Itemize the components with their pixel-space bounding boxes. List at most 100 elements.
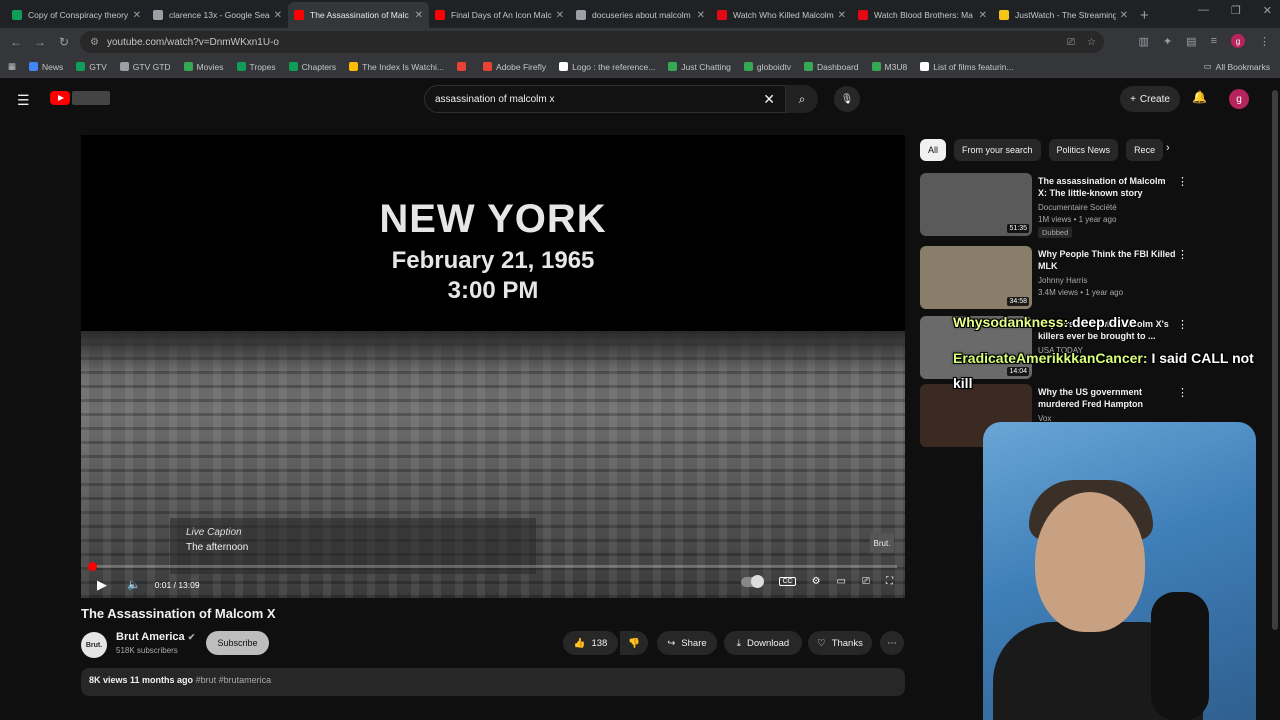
share-button[interactable]: ↪ Share bbox=[657, 631, 717, 655]
extension-icon[interactable]: ▥ bbox=[1139, 35, 1149, 48]
profile-avatar[interactable]: g bbox=[1231, 34, 1245, 48]
download-button[interactable]: ⤓ Download bbox=[724, 631, 802, 655]
bookmark-item[interactable]: Movies bbox=[183, 62, 224, 72]
bookmark-item[interactable]: GTV bbox=[76, 62, 107, 72]
captions-icon[interactable]: CC bbox=[779, 577, 796, 586]
recommended-video[interactable]: 34:58 Why People Think the FBI Killed MLK… bbox=[920, 246, 1190, 310]
notifications-bell-icon[interactable]: 🔔 bbox=[1192, 90, 1207, 104]
scrubber-knob[interactable] bbox=[88, 562, 97, 571]
kebab-menu-icon[interactable]: ⋮ bbox=[1259, 35, 1270, 48]
bookmark-item[interactable]: The Index Is Watchi... bbox=[349, 62, 444, 72]
recommended-video[interactable]: 51:35 The assassination of Malcolm X: The… bbox=[920, 173, 1190, 238]
forward-icon[interactable]: → bbox=[28, 35, 52, 49]
bookmark-item[interactable]: Just Chatting bbox=[668, 62, 731, 72]
channel-name[interactable]: Brut America ✔ bbox=[116, 631, 195, 643]
youtube-logo[interactable] bbox=[50, 91, 70, 105]
browser-tab[interactable]: docuseries about malcolm ✕ bbox=[570, 2, 711, 28]
bookmark-item[interactable]: Tropes bbox=[236, 62, 276, 72]
reload-icon[interactable]: ↻ bbox=[52, 35, 76, 49]
chevron-right-icon[interactable]: › bbox=[1166, 142, 1170, 154]
tab-close-icon[interactable]: ✕ bbox=[1120, 10, 1128, 21]
tab-close-icon[interactable]: ✕ bbox=[979, 10, 987, 21]
tab-close-icon[interactable]: ✕ bbox=[697, 10, 705, 21]
browser-tab[interactable]: Watch Blood Brothers: Ma ✕ bbox=[852, 2, 993, 28]
more-options-icon[interactable]: ⋮ bbox=[1177, 175, 1188, 188]
bookmark-item[interactable]: Dashboard bbox=[803, 62, 859, 72]
tab-close-icon[interactable]: ✕ bbox=[274, 10, 282, 21]
bookmark-item[interactable]: List of films featurin... bbox=[920, 62, 1014, 72]
apps-grid-icon[interactable]: ▦ bbox=[8, 61, 16, 72]
site-info-icon[interactable]: ⚙ bbox=[90, 37, 99, 48]
video-player[interactable]: NEW YORK February 21, 1965 3:00 PM Live … bbox=[81, 135, 905, 598]
bookmark-item[interactable]: GTV GTD bbox=[119, 62, 171, 72]
bookmark-item[interactable]: globoidtv bbox=[743, 62, 791, 72]
channel-avatar[interactable]: Brut. bbox=[81, 632, 107, 658]
thanks-button[interactable]: ♡ Thanks bbox=[808, 631, 872, 655]
video-thumbnail[interactable]: 51:35 bbox=[920, 173, 1032, 236]
dislike-button[interactable]: 👎 bbox=[620, 631, 648, 655]
theater-mode-icon[interactable]: ▭ bbox=[837, 576, 846, 587]
play-icon[interactable]: ▶ bbox=[97, 577, 107, 593]
all-bookmarks-button[interactable]: ▭ All Bookmarks bbox=[1204, 61, 1270, 72]
search-button[interactable]: ⌕ bbox=[786, 85, 818, 113]
settings-gear-icon[interactable]: ⚙ bbox=[812, 576, 821, 587]
browser-tab[interactable]: Watch Who Killed Malcolm ✕ bbox=[711, 2, 852, 28]
bookmark-item[interactable]: Logo : the reference... bbox=[559, 62, 655, 72]
filter-chip[interactable]: All bbox=[920, 139, 947, 161]
more-options-icon[interactable]: ⋮ bbox=[1177, 318, 1188, 331]
browser-tab[interactable]: Copy of Conspiracy theory ✕ bbox=[6, 2, 147, 28]
tab-close-icon[interactable]: ✕ bbox=[838, 10, 846, 21]
sidepanel-icon[interactable]: ▤ bbox=[1186, 35, 1196, 48]
browser-tab[interactable]: JustWatch - The Streaming ✕ bbox=[993, 2, 1134, 28]
more-options-icon[interactable]: ⋮ bbox=[1177, 248, 1188, 261]
microphone-graphic bbox=[1151, 592, 1209, 720]
browser-tab[interactable]: Final Days of An Icon Malc ✕ bbox=[429, 2, 570, 28]
search-input[interactable]: assassination of malcolm x ✕ bbox=[424, 85, 786, 113]
new-tab-button[interactable]: + bbox=[1140, 2, 1149, 28]
bookmark-item[interactable]: Adobe Firefly bbox=[483, 62, 546, 72]
tab-close-icon[interactable]: ✕ bbox=[415, 10, 423, 21]
filter-chip[interactable]: From your search bbox=[954, 139, 1041, 161]
brut-watermark: Brut. bbox=[870, 533, 894, 553]
create-button[interactable]: + Create bbox=[1120, 86, 1180, 112]
like-button[interactable]: 👍 138 bbox=[563, 631, 618, 655]
volume-icon[interactable]: 🔈 bbox=[127, 578, 141, 591]
bookmark-star-icon[interactable]: ☆ bbox=[1087, 37, 1096, 48]
browser-tab[interactable]: clarence 13x - Google Sea ✕ bbox=[147, 2, 288, 28]
close-window-icon[interactable]: ✕ bbox=[1263, 4, 1272, 17]
clear-search-icon[interactable]: ✕ bbox=[763, 91, 775, 108]
bookmark-label: Logo : the reference... bbox=[572, 61, 656, 72]
bookmark-item[interactable]: News bbox=[29, 62, 63, 72]
recommended-channel: Johnny Harris bbox=[1038, 276, 1088, 285]
puzzle-icon[interactable]: ✦ bbox=[1163, 35, 1172, 48]
tab-title: Watch Blood Brothers: Ma bbox=[874, 10, 973, 20]
tab-close-icon[interactable]: ✕ bbox=[556, 10, 564, 21]
page-scrollbar[interactable] bbox=[1270, 78, 1280, 720]
back-icon[interactable]: ← bbox=[4, 35, 28, 49]
cast-page-icon[interactable]: ⎚ bbox=[1067, 37, 1075, 48]
menu-lines-icon[interactable]: ≡ bbox=[1211, 35, 1217, 47]
overlay-date: February 21, 1965 bbox=[391, 247, 595, 274]
hamburger-menu-icon[interactable]: ☰ bbox=[17, 92, 30, 109]
more-actions-button[interactable]: ⋯ bbox=[880, 631, 904, 655]
maximize-icon[interactable]: ❐ bbox=[1231, 4, 1241, 17]
bookmark-icon bbox=[349, 62, 359, 71]
description-box[interactable]: 8K views 11 months ago #brut #brutameric… bbox=[81, 668, 905, 696]
voice-search-button[interactable]: 🎙 bbox=[834, 86, 860, 112]
video-thumbnail[interactable]: 34:58 bbox=[920, 246, 1032, 309]
subscribe-button[interactable]: Subscribe bbox=[206, 631, 269, 655]
browser-tab[interactable]: The Assassination of Malc ✕ bbox=[288, 2, 429, 28]
fullscreen-icon[interactable]: ⛶ bbox=[886, 576, 893, 587]
minimize-icon[interactable]: — bbox=[1198, 4, 1209, 17]
cast-icon[interactable]: ⎚ bbox=[862, 576, 870, 587]
tab-close-icon[interactable]: ✕ bbox=[133, 10, 141, 21]
user-avatar[interactable]: g bbox=[1229, 89, 1249, 109]
bookmark-item[interactable]: M3U8 bbox=[871, 62, 907, 72]
autoplay-toggle[interactable] bbox=[741, 574, 765, 588]
progress-bar[interactable] bbox=[89, 565, 897, 568]
url-field[interactable]: ⚙ youtube.com/watch?v=DnmWKxn1U-o ⎚ ☆ bbox=[80, 31, 1104, 53]
bookmark-item[interactable]: Chapters bbox=[288, 62, 336, 72]
filter-chip[interactable]: Rece bbox=[1126, 139, 1164, 161]
filter-chip[interactable]: Politics News bbox=[1048, 139, 1119, 161]
bookmark-item[interactable] bbox=[457, 62, 470, 72]
